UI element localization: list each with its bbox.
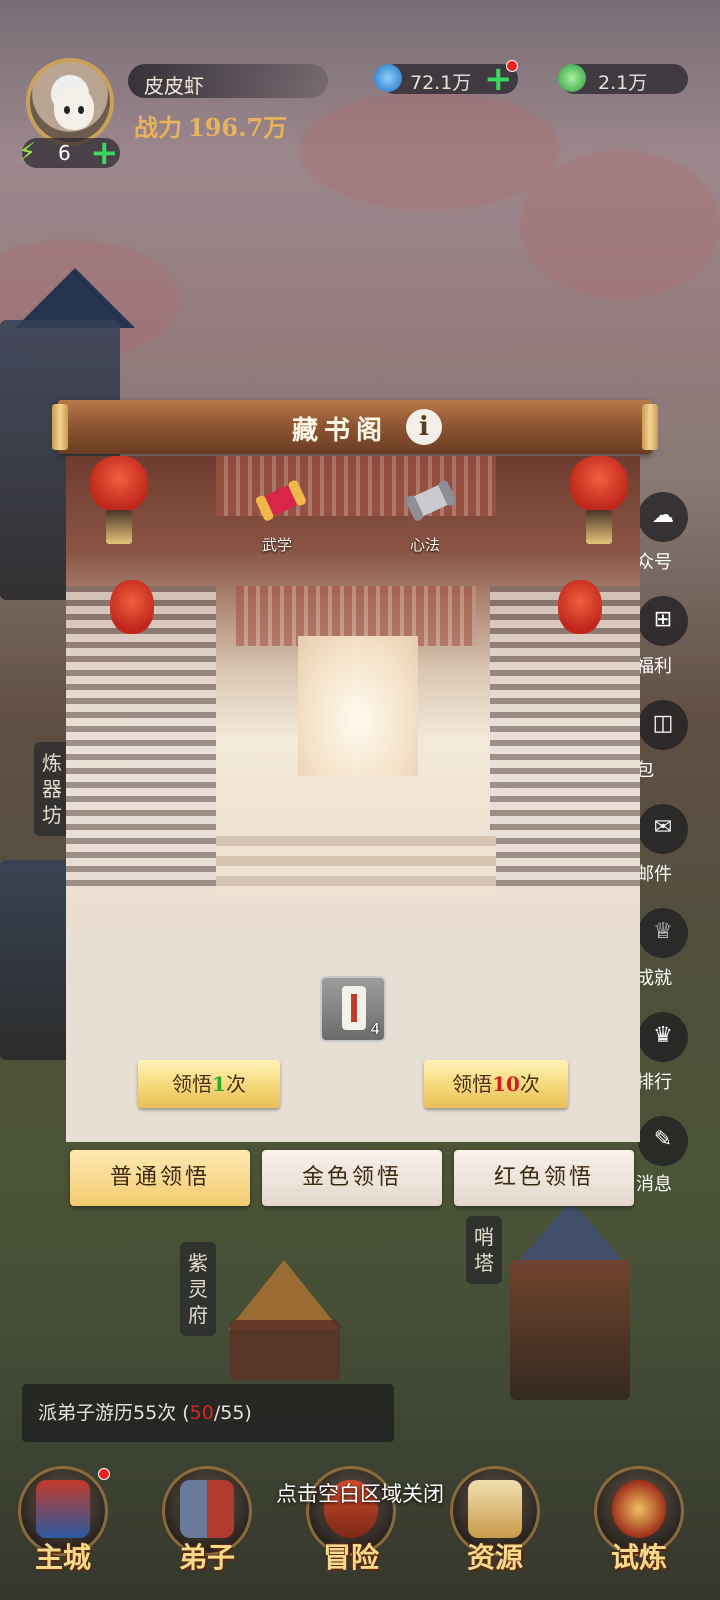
trophy-icon: ♕ — [653, 919, 673, 944]
coin-value: 2.1万 — [598, 72, 648, 94]
combat-power-label: 战力 — [134, 113, 182, 142]
library-gate — [298, 636, 418, 776]
energy-value: 6 — [58, 141, 71, 165]
combat-power: 战力 196.7万 — [134, 108, 287, 143]
item-count: 4 — [370, 1020, 380, 1038]
scroll-item-icon — [342, 986, 366, 1030]
notification-dot — [506, 60, 518, 72]
quest-open: ( — [176, 1402, 190, 1424]
side-label-chat: 众号 — [636, 552, 672, 573]
gem-value: 72.1万 — [410, 72, 472, 94]
side-label-gift: 福利 — [636, 656, 672, 677]
quest-progress-total: /55) — [213, 1402, 252, 1424]
red-scroll-icon — [255, 480, 306, 521]
mail-icon: ✉ — [653, 815, 673, 840]
btn-prefix: 领悟 — [172, 1072, 213, 1096]
nav-label: 资源 — [466, 1541, 523, 1574]
quest-text: 派弟子游历55次 — [38, 1402, 177, 1424]
side-btn-mail[interactable]: ✉ — [638, 804, 688, 854]
lantern-tassel — [106, 510, 132, 544]
side-btn-message[interactable]: ✎ — [638, 1116, 688, 1166]
side-label-mail: 邮件 — [636, 864, 672, 885]
lantern — [558, 580, 602, 634]
silver-scroll-icon — [405, 480, 456, 521]
btn-suffix: 次 — [519, 1072, 540, 1096]
btn-suffix: 次 — [225, 1072, 246, 1096]
modal-title: 藏书阁 — [291, 416, 388, 446]
category-martial-arts[interactable] — [252, 476, 308, 526]
blue-gem-icon — [374, 64, 402, 92]
lantern-tassel — [586, 510, 612, 544]
bookshelf-right — [490, 586, 640, 886]
side-btn-chat[interactable]: ☁ — [638, 492, 688, 542]
side-btn-trophy[interactable]: ♕ — [638, 908, 688, 958]
btn-number: 10 — [492, 1072, 520, 1096]
crown-icon: ♛ — [653, 1023, 673, 1048]
player-name: 皮皮虾 — [144, 74, 204, 98]
library-stairs — [216, 836, 496, 896]
combat-power-value: 196.7万 — [188, 113, 288, 142]
side-label-rank: 排行 — [636, 1072, 672, 1093]
modal-title-bar: 藏书阁 i — [52, 400, 658, 454]
message-icon: ✎ — [653, 1127, 673, 1152]
nav-label: 试炼 — [610, 1541, 667, 1574]
comprehend-ten-button[interactable]: 领悟10次 — [424, 1060, 568, 1108]
comprehend-once-button[interactable]: 领悟1次 — [138, 1060, 280, 1108]
chat-icon: ☁ — [652, 503, 674, 528]
nav-label: 弟子 — [178, 1541, 235, 1574]
tab-red[interactable]: 红色领悟 — [454, 1150, 634, 1206]
jade-coin-icon — [558, 64, 586, 92]
gift-icon: ⊞ — [653, 607, 673, 632]
quest-progress-current: 50 — [189, 1402, 214, 1424]
add-energy-button[interactable]: + — [90, 136, 119, 170]
bag-icon: ◫ — [652, 711, 674, 736]
close-hint: 点击空白区域关闭 — [276, 1482, 444, 1506]
lightning-icon: ⚡ — [18, 138, 37, 168]
side-btn-rank[interactable]: ♛ — [638, 1012, 688, 1062]
side-btn-bag[interactable]: ◫ — [638, 700, 688, 750]
avatar-eye — [78, 106, 84, 114]
quest-tracker[interactable]: 派弟子游历55次 (50/55) — [22, 1384, 394, 1442]
side-label-trophy: 成就 — [636, 968, 672, 989]
tab-gold[interactable]: 金色领悟 — [262, 1150, 442, 1206]
nav-label: 主城 — [34, 1541, 91, 1574]
btn-number: 1 — [212, 1072, 226, 1096]
lantern — [90, 456, 148, 512]
side-label-message: 消息 — [636, 1174, 672, 1195]
side-btn-gift[interactable]: ⊞ — [638, 596, 688, 646]
library-scene: 武学 心法 — [66, 456, 640, 932]
library-modal: 藏书阁 i 武学 心法 4 领悟1次 领悟10次 — [52, 400, 658, 1142]
category-mind-method[interactable] — [402, 476, 458, 526]
info-button[interactable]: i — [406, 409, 442, 445]
avatar-eye — [64, 106, 70, 114]
lantern — [110, 580, 154, 634]
building-label-purple-spirit[interactable]: 紫灵府 — [180, 1242, 216, 1336]
enlightenment-item-slot[interactable]: 4 — [320, 976, 386, 1042]
btn-prefix: 领悟 — [452, 1072, 493, 1096]
avatar-face — [54, 86, 94, 130]
tab-normal[interactable]: 普通领悟 — [70, 1150, 250, 1206]
category-label-mind-method: 心法 — [410, 536, 441, 554]
nav-label: 冒险 — [322, 1541, 379, 1574]
lantern — [570, 456, 628, 512]
building-label-watchtower[interactable]: 哨塔 — [466, 1216, 502, 1284]
building-label-forge[interactable]: 炼器坊 — [34, 742, 70, 836]
category-label-martial-arts: 武学 — [262, 536, 293, 554]
